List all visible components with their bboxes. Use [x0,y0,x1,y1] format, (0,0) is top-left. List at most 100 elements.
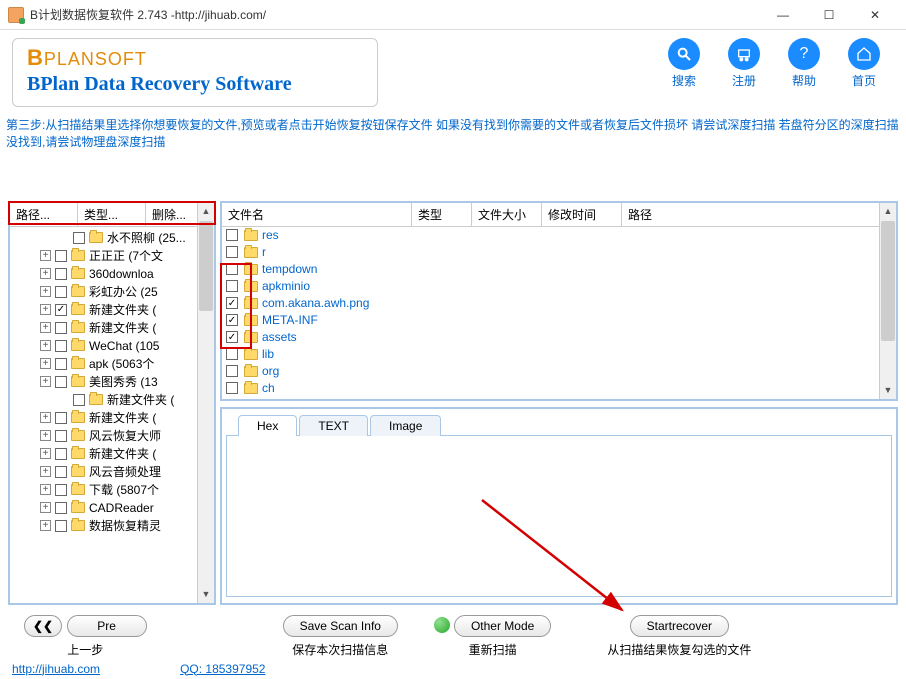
file-row[interactable]: r [222,244,896,261]
file-row[interactable]: ch [222,380,896,397]
tree-item[interactable]: +水不照柳 (25... [10,229,214,247]
nav-help[interactable]: ? 帮助 [782,38,826,89]
tree-checkbox[interactable] [55,430,67,442]
file-scrollbar[interactable]: ▲ ▼ [879,203,896,399]
scroll-up-icon[interactable]: ▲ [880,203,896,220]
tree-item[interactable]: +CADReader [10,499,214,517]
qq-link[interactable]: QQ: 185397952 [180,662,265,676]
file-checkbox[interactable] [226,314,238,326]
back-arrow-button[interactable]: ❮❮ [24,615,62,637]
scroll-thumb[interactable] [199,221,213,311]
expand-icon[interactable]: + [40,304,51,315]
tree-checkbox[interactable] [55,484,67,496]
pre-button[interactable]: Pre [67,615,147,637]
tree-checkbox[interactable] [55,286,67,298]
tab-text[interactable]: TEXT [299,415,368,436]
col-path[interactable]: 路径 [622,203,896,226]
col-time[interactable]: 修改时间 [542,203,622,226]
col-size[interactable]: 文件大小 [472,203,542,226]
tree-item[interactable]: +彩虹办公 (25 [10,283,214,301]
close-button[interactable]: ✕ [852,1,898,29]
tree-item[interactable]: +apk (5063个 [10,355,214,373]
tree-checkbox[interactable] [55,448,67,460]
minimize-button[interactable]: — [760,1,806,29]
col-type[interactable]: 类型 [412,203,472,226]
tree-checkbox[interactable] [55,502,67,514]
file-checkbox[interactable] [226,331,238,343]
expand-icon[interactable]: + [40,376,51,387]
tree-checkbox[interactable] [55,466,67,478]
expand-icon[interactable]: + [40,520,51,531]
tree-item[interactable]: +风云音频处理 [10,463,214,481]
tree-scrollbar[interactable]: ▲ ▼ [197,203,214,603]
file-checkbox[interactable] [226,297,238,309]
col-filename[interactable]: 文件名 [222,203,412,226]
tree-item[interactable]: +数据恢复精灵 [10,517,214,535]
tree-checkbox[interactable] [55,322,67,334]
expand-icon[interactable]: + [40,358,51,369]
tree-checkbox[interactable] [55,376,67,388]
tree-checkbox[interactable] [73,232,85,244]
tree-item[interactable]: +美图秀秀 (13 [10,373,214,391]
expand-icon[interactable]: + [40,322,51,333]
tree-item[interactable]: +正正正 (7个文 [10,247,214,265]
tree-checkbox[interactable] [55,268,67,280]
file-row[interactable]: org [222,363,896,380]
tree-checkbox[interactable] [55,358,67,370]
tree-item[interactable]: +新建文件夹 ( [10,445,214,463]
tree-checkbox[interactable] [55,520,67,532]
maximize-button[interactable]: ☐ [806,1,852,29]
expand-icon[interactable]: + [40,448,51,459]
tree-body[interactable]: +水不照柳 (25...+正正正 (7个文+360downloa+彩虹办公 (2… [10,227,214,603]
nav-register[interactable]: 注册 [722,38,766,89]
tree-item[interactable]: +下载 (5807个 [10,481,214,499]
tab-hex[interactable]: Hex [238,415,297,436]
file-checkbox[interactable] [226,263,238,275]
nav-home[interactable]: 首页 [842,38,886,89]
tree-checkbox[interactable] [55,304,67,316]
expand-icon[interactable]: + [40,430,51,441]
nav-search[interactable]: 搜索 [662,38,706,89]
file-row[interactable]: tempdown [222,261,896,278]
tree-item[interactable]: +风云恢复大师 [10,427,214,445]
scroll-thumb[interactable] [881,221,895,341]
file-row[interactable]: lib [222,346,896,363]
tree-checkbox[interactable] [55,412,67,424]
file-row[interactable]: assets [222,329,896,346]
scroll-down-icon[interactable]: ▼ [198,586,214,603]
tree-item[interactable]: +新建文件夹 ( [10,301,214,319]
homepage-link[interactable]: http://jihuab.com [12,662,100,676]
file-checkbox[interactable] [226,280,238,292]
file-checkbox[interactable] [226,348,238,360]
expand-icon[interactable]: + [40,412,51,423]
expand-icon[interactable]: + [40,340,51,351]
expand-icon[interactable]: + [40,286,51,297]
scroll-up-icon[interactable]: ▲ [198,203,214,220]
start-recover-button[interactable]: Startrecover [630,615,729,637]
save-scan-button[interactable]: Save Scan Info [283,615,398,637]
file-checkbox[interactable] [226,365,238,377]
tree-col-path[interactable]: 路径... [10,203,78,226]
file-checkbox[interactable] [226,382,238,394]
expand-icon[interactable]: + [40,250,51,261]
expand-icon[interactable]: + [40,502,51,513]
expand-icon[interactable]: + [40,268,51,279]
tree-checkbox[interactable] [55,340,67,352]
file-rows[interactable]: resrtempdownapkminiocom.akana.awh.pngMET… [222,227,896,399]
tree-checkbox[interactable] [55,250,67,262]
file-checkbox[interactable] [226,246,238,258]
scroll-down-icon[interactable]: ▼ [880,382,896,399]
tree-item[interactable]: +WeChat (105 [10,337,214,355]
other-mode-button[interactable]: Other Mode [454,615,551,637]
file-row[interactable]: META-INF [222,312,896,329]
tree-checkbox[interactable] [73,394,85,406]
tree-item[interactable]: +360downloa [10,265,214,283]
file-row[interactable]: apkminio [222,278,896,295]
expand-icon[interactable]: + [40,466,51,477]
tree-item[interactable]: +新建文件夹 ( [10,319,214,337]
file-row[interactable]: com.akana.awh.png [222,295,896,312]
tab-image[interactable]: Image [370,415,441,436]
file-checkbox[interactable] [226,229,238,241]
tree-item[interactable]: +新建文件夹 ( [10,409,214,427]
tree-item[interactable]: +新建文件夹 ( [10,391,214,409]
